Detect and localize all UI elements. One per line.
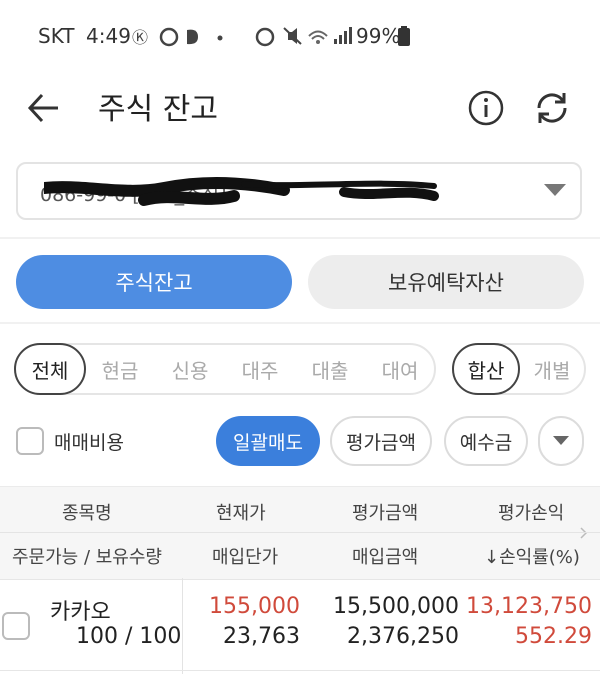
current-price: 155,000 — [209, 594, 300, 619]
table-row[interactable]: 카카오 100 / 100 155,000 23,763 15,500,000 … — [0, 578, 600, 674]
arrow-left-icon — [27, 93, 58, 123]
more-options-button[interactable] — [538, 416, 584, 466]
filter-combined[interactable]: 합산 — [452, 343, 520, 395]
tab-deposit-assets[interactable]: 보유예탁자산 — [308, 255, 584, 309]
col-current-price: 현재가 — [216, 503, 266, 524]
refresh-button[interactable] — [530, 86, 574, 130]
carrier: SKT — [38, 24, 75, 48]
col-profit-rate[interactable]: ↓손익률(%) — [484, 543, 580, 569]
profit-rate: 552.29 — [515, 624, 592, 649]
refresh-icon — [537, 93, 567, 123]
status-bar: SKT 4:49 Ⓚ 99% — [0, 0, 600, 72]
purchase-amount: 2,376,250 — [347, 624, 459, 649]
table-header: 종목명 현재가 평가금액 평가손익 주문가능 / 보유수량 매입단가 매입금액 … — [0, 486, 600, 580]
page-title: 주식 잔고 — [98, 92, 218, 127]
stock-quantity: 100 / 100 — [76, 624, 182, 649]
eval-profit: 13,123,750 — [466, 594, 592, 619]
col-eval-amount: 평가금액 — [352, 503, 419, 524]
deposit-button[interactable]: 예수금 — [444, 416, 528, 466]
battery-icon — [398, 26, 410, 50]
eval-amount: 15,500,000 — [333, 594, 459, 619]
col-stock-name: 종목명 — [62, 503, 112, 524]
info-circle-icon — [468, 90, 504, 126]
clock: 4:49 — [86, 24, 131, 48]
chevron-right-icon — [580, 527, 588, 539]
avg-price: 23,763 — [223, 624, 300, 649]
section-divider — [0, 322, 600, 324]
filter-all[interactable]: 전체 — [14, 343, 86, 395]
eval-amount-button[interactable]: 평가금액 — [330, 416, 432, 466]
col-eval-profit: 평가손익 — [498, 503, 565, 524]
stock-name: 카카오 — [50, 600, 111, 625]
fee-checkbox[interactable] — [16, 427, 44, 455]
col-quantity: 주문가능 / 보유수량 — [12, 547, 162, 568]
filter-cash[interactable]: 현금 — [88, 343, 152, 395]
col-purchase-amount: 매입금액 — [352, 547, 419, 568]
section-divider — [0, 237, 600, 239]
bulk-sell-button[interactable]: 일괄매도 — [216, 416, 320, 466]
row-checkbox[interactable] — [2, 612, 30, 640]
caret-down-icon — [544, 184, 566, 196]
notification-icons: Ⓚ — [132, 26, 232, 52]
header-divider — [0, 532, 600, 533]
fee-checkbox-label: 매매비용 — [54, 432, 124, 454]
svg-text:Ⓚ: Ⓚ — [132, 28, 148, 47]
filter-loan[interactable]: 대출 — [298, 343, 362, 395]
account-select[interactable]: 086-99-0 [종합_주식] — [16, 162, 582, 220]
filter-individual[interactable]: 개별 — [520, 343, 584, 395]
info-button[interactable] — [464, 86, 508, 130]
back-button[interactable] — [22, 86, 66, 130]
filter-lend[interactable]: 대여 — [368, 343, 432, 395]
col-avg-price: 매입단가 — [212, 547, 279, 568]
filter-short[interactable]: 대주 — [228, 343, 292, 395]
tab-stock-balance[interactable]: 주식잔고 — [16, 255, 292, 309]
battery-percent: 99% — [356, 24, 401, 48]
filter-credit[interactable]: 신용 — [158, 343, 222, 395]
redaction-scribble — [44, 176, 439, 206]
system-icons — [254, 24, 354, 52]
caret-down-icon — [553, 436, 569, 445]
column-divider — [182, 578, 183, 674]
row-divider — [0, 670, 600, 671]
